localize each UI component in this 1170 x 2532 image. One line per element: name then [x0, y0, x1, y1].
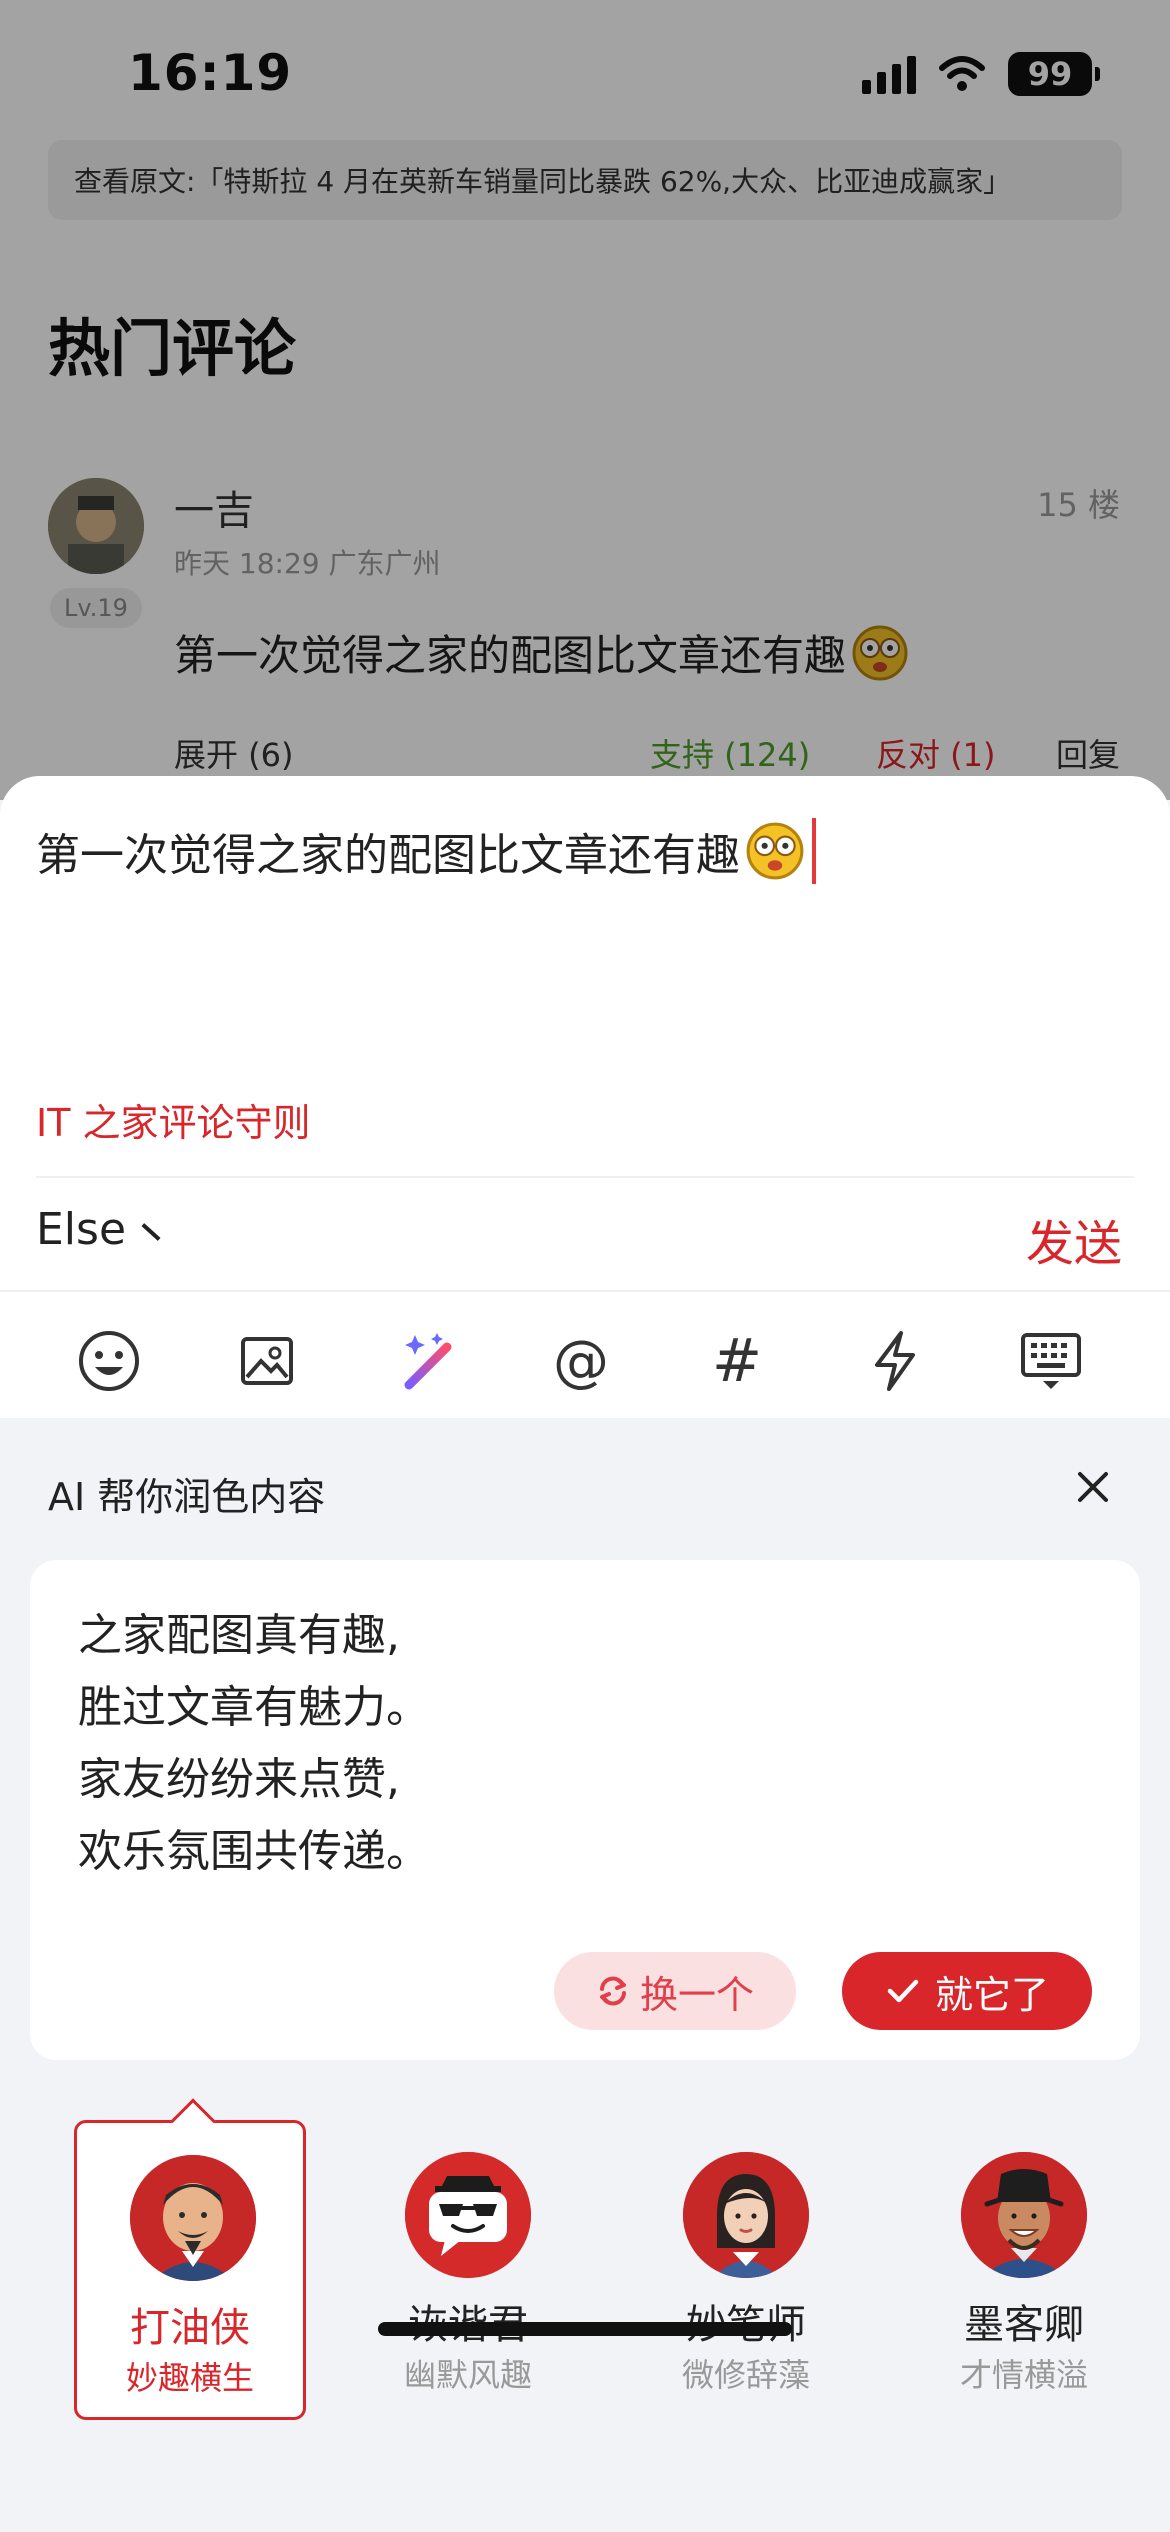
at-icon[interactable]: @	[546, 1326, 616, 1396]
check-icon	[887, 1979, 919, 2003]
style-option-literati[interactable]: 墨客卿 才情横溢	[908, 2120, 1140, 2420]
composer-toolbar: @ #	[0, 1296, 1170, 1418]
accept-button[interactable]: 就它了	[842, 1952, 1092, 2030]
style-subtitle: 微修辞藻	[681, 2356, 810, 2394]
ai-suggestion-card: 之家配图真有趣, 胜过文章有魅力。 家友纷纷来点赞, 欢乐氛围共传递。 换一个 …	[30, 1560, 1140, 2060]
composer-area: 第一次觉得之家的配图比文章还有趣 IT 之家评论守则 Else 发送 @ #	[0, 776, 1170, 1418]
ai-suggestion-line: 欢乐氛围共传递。	[78, 1826, 430, 1877]
style-avatar	[130, 2155, 256, 2281]
ai-suggestion-line: 胜过文章有魅力。	[78, 1682, 430, 1733]
regenerate-label: 换一个	[639, 1972, 754, 2017]
writing-style-selector: 打油侠 妙趣横生 诙谐君 幽默风趣	[0, 2094, 1170, 2420]
image-icon[interactable]	[232, 1326, 302, 1396]
style-option-polish[interactable]: 妙笔师 微修辞藻	[630, 2120, 862, 2420]
ai-magic-icon[interactable]	[394, 1326, 464, 1396]
text-cursor	[812, 818, 816, 884]
ai-suggestion-line: 之家配图真有趣,	[78, 1610, 400, 1661]
account-name: Else	[36, 1204, 127, 1255]
style-subtitle: 才情横溢	[959, 2356, 1088, 2394]
hashtag-icon[interactable]: #	[702, 1326, 772, 1396]
lightning-icon[interactable]	[860, 1326, 930, 1396]
style-option-humorous[interactable]: 诙谐君 幽默风趣	[352, 2120, 584, 2420]
regenerate-button[interactable]: 换一个	[554, 1952, 796, 2030]
style-name: 诙谐君	[352, 2292, 584, 2350]
style-avatar	[961, 2152, 1087, 2278]
comment-composer-sheet: 第一次觉得之家的配图比文章还有趣 IT 之家评论守则 Else 发送 @ # A…	[0, 776, 1170, 2532]
style-avatar	[683, 2152, 809, 2278]
home-indicator[interactable]	[378, 2322, 792, 2336]
style-name: 妙笔师	[630, 2292, 862, 2350]
style-name: 打油侠	[130, 2305, 250, 2351]
refresh-icon	[599, 1976, 626, 2006]
account-switch-button[interactable]: Else	[36, 1204, 162, 1255]
ai-suggestion-text: 之家配图真有趣, 胜过文章有魅力。 家友纷纷来点赞, 欢乐氛围共传递。	[78, 1600, 430, 1888]
style-subtitle: 妙趣横生	[125, 2359, 254, 2397]
send-button[interactable]: 发送	[1026, 1204, 1122, 1274]
dizzy-face-emoji-icon	[746, 822, 804, 880]
style-name: 墨客卿	[964, 2302, 1084, 2348]
comment-input-text: 第一次觉得之家的配图比文章还有趣	[36, 830, 740, 881]
style-subtitle: 幽默风趣	[403, 2356, 532, 2394]
keyboard-icon[interactable]	[1016, 1326, 1086, 1396]
style-avatar	[405, 2152, 531, 2278]
modal-overlay[interactable]	[0, 0, 1170, 800]
divider	[0, 1290, 1170, 1292]
comment-input[interactable]: 第一次觉得之家的配图比文章还有趣	[36, 818, 816, 884]
comment-rules-link[interactable]: IT 之家评论守则	[36, 1092, 311, 1147]
account-switch-icon	[141, 1222, 161, 1241]
accept-label: 就它了	[934, 1972, 1049, 2017]
selection-pointer	[170, 2098, 216, 2144]
style-option-doggerel[interactable]: 打油侠 妙趣横生	[74, 2098, 306, 2420]
divider	[36, 1176, 1134, 1178]
close-icon[interactable]	[1070, 1464, 1116, 1510]
ai-panel-title: AI 帮你润色内容	[48, 1475, 326, 1519]
emoji-icon[interactable]	[74, 1326, 144, 1396]
ai-suggestion-line: 家友纷纷来点赞,	[78, 1754, 400, 1805]
